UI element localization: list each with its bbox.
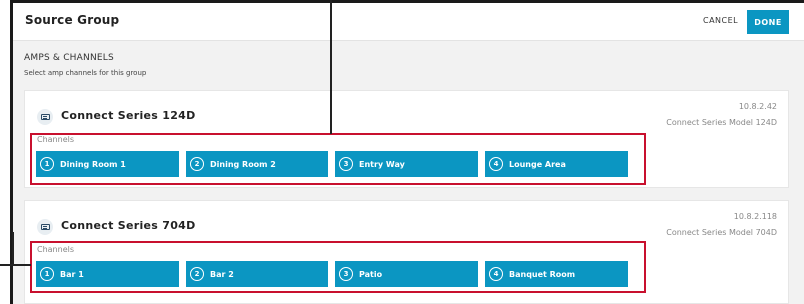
callout-line-left-vertical <box>12 232 14 266</box>
amplifier-icon <box>37 219 53 235</box>
cancel-button[interactable]: CANCEL <box>703 16 738 25</box>
callout-line-left <box>0 264 31 266</box>
amp-name: Connect Series 704D <box>61 219 196 232</box>
amp-ip: 10.8.2.118 <box>733 212 777 221</box>
amp-model: Connect Series Model 124D <box>666 118 777 127</box>
callout-line-top <box>330 0 332 134</box>
amp-name: Connect Series 124D <box>61 109 196 122</box>
amplifier-icon <box>37 109 53 125</box>
highlight-box-channels-124d <box>30 133 646 185</box>
page-title: Source Group <box>25 13 120 27</box>
header-bar: Source Group CANCEL DONE <box>13 3 804 41</box>
section-title: AMPS & CHANNELS <box>24 53 114 63</box>
highlight-box-channels-704d <box>30 241 646 293</box>
amp-model: Connect Series Model 704D <box>666 228 777 237</box>
amp-ip: 10.8.2.42 <box>738 102 777 111</box>
section-subtitle: Select amp channels for this group <box>24 69 147 77</box>
done-button[interactable]: DONE <box>747 10 789 34</box>
